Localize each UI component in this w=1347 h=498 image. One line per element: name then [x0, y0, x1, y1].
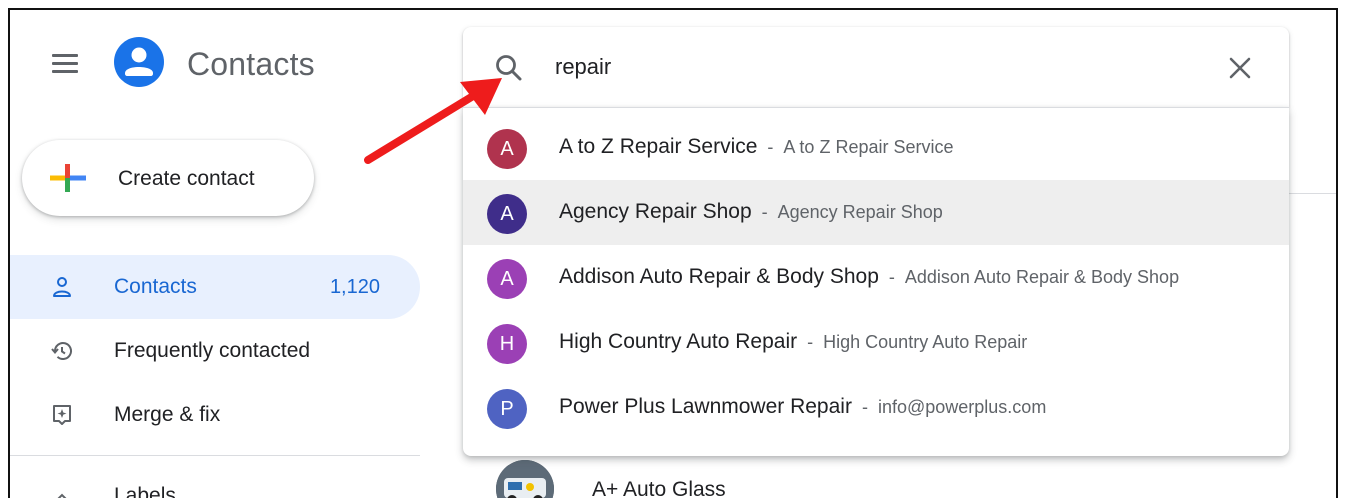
search-bar: [463, 27, 1289, 107]
result-name: High Country Auto Repair: [559, 330, 798, 353]
avatar: P: [487, 389, 527, 429]
create-contact-button[interactable]: Create contact: [22, 140, 314, 216]
sidebar-item-label: Frequently contacted: [114, 339, 311, 362]
contact-name[interactable]: A+ Auto Glass: [592, 478, 726, 498]
search-result[interactable]: A Agency Repair Shop - Agency Repair Shop: [463, 180, 1289, 245]
sidebar-item-label: Merge & fix: [114, 403, 221, 426]
search-result[interactable]: A A to Z Repair Service - A to Z Repair Se…: [463, 115, 1289, 180]
result-name: Addison Auto Repair & Body Shop: [559, 265, 879, 288]
result-separator: -: [861, 397, 868, 417]
app-title: Contacts: [187, 46, 315, 82]
avatar: A: [487, 259, 527, 299]
result-name: Power Plus Lawnmower Repair: [559, 395, 852, 418]
person-icon: [50, 275, 74, 299]
avatar: A: [487, 129, 527, 169]
close-icon[interactable]: [1229, 57, 1251, 79]
hamburger-menu-icon[interactable]: [52, 54, 78, 76]
sidebar-item-merge-fix[interactable]: Merge & fix: [10, 383, 420, 447]
avatar: [496, 460, 554, 498]
search-input[interactable]: [555, 49, 1195, 85]
result-detail: info@powerplus.com: [877, 397, 1047, 417]
result-separator: -: [761, 202, 768, 222]
merge-fix-icon: [50, 403, 74, 427]
avatar: A: [487, 194, 527, 234]
result-name: Agency Repair Shop: [559, 200, 752, 223]
sidebar-item-labels[interactable]: Labels: [114, 484, 176, 498]
result-detail: High Country Auto Repair: [823, 332, 1028, 352]
person-icon: [114, 37, 164, 87]
contacts-app-window: Contacts Create contact Contacts 1,120 F…: [8, 8, 1338, 498]
result-label: Addison Auto Repair & Body Shop - Addison …: [559, 265, 1179, 289]
result-separator: -: [888, 267, 895, 287]
result-label: High Country Auto Repair - High Country Au…: [559, 330, 1027, 354]
create-contact-label: Create contact: [118, 167, 255, 190]
search-result[interactable]: A Addison Auto Repair & Body Shop - Addiso…: [463, 245, 1289, 310]
avatar: H: [487, 324, 527, 364]
result-separator: -: [807, 332, 814, 352]
result-detail: Agency Repair Shop: [777, 202, 943, 222]
sidebar-item-frequently-contacted[interactable]: Frequently contacted: [10, 319, 420, 383]
result-separator: -: [767, 137, 774, 157]
search-icon[interactable]: [493, 52, 525, 84]
result-label: Agency Repair Shop - Agency Repair Shop: [559, 200, 943, 224]
search-results-dropdown: A A to Z Repair Service - A to Z Repair Se…: [463, 107, 1289, 456]
history-icon: [50, 339, 74, 363]
result-detail: A to Z Repair Service: [783, 137, 954, 157]
result-label: A to Z Repair Service - A to Z Repair Serv…: [559, 135, 954, 159]
sidebar-item-label: Contacts: [114, 275, 197, 298]
plus-icon: [50, 164, 86, 192]
sidebar-divider: [10, 455, 420, 456]
contacts-count: 1,120: [329, 276, 380, 298]
content-divider: [1285, 193, 1336, 194]
result-detail: Addison Auto Repair & Body Shop: [904, 267, 1180, 287]
result-name: A to Z Repair Service: [559, 135, 758, 158]
result-label: Power Plus Lawnmower Repair - info@powerpl…: [559, 395, 1046, 419]
chevron-icon: [50, 486, 74, 498]
search-result[interactable]: P Power Plus Lawnmower Repair - info@power…: [463, 375, 1289, 440]
search-result[interactable]: H High Country Auto Repair - High Country …: [463, 310, 1289, 375]
sidebar-item-contacts[interactable]: Contacts 1,120: [10, 255, 420, 319]
